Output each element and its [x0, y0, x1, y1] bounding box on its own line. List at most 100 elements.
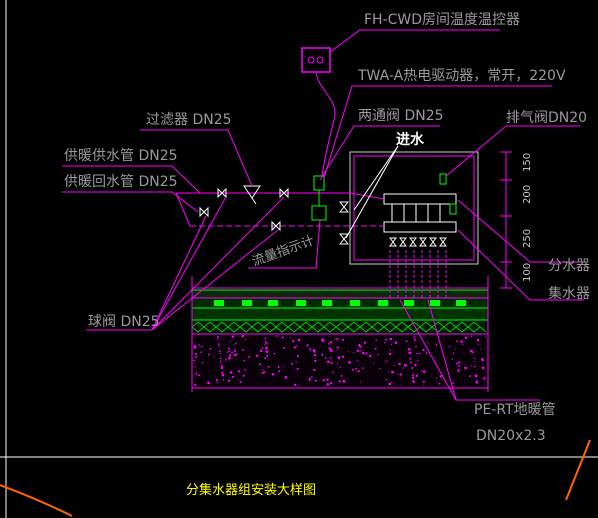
speckle-dot	[229, 371, 233, 374]
speckle-dot	[451, 358, 453, 361]
speckle-dot	[244, 338, 247, 341]
speckle-dot	[338, 380, 341, 383]
speckle-dot	[231, 335, 235, 338]
speckle-dot	[356, 359, 359, 362]
speckle-dot	[255, 354, 258, 357]
speckle-dot	[217, 343, 220, 346]
speckle-dot	[336, 346, 339, 349]
speckle-dot	[326, 378, 329, 381]
speckle-dot	[485, 336, 487, 338]
speckle-dot	[452, 352, 455, 354]
speckle-dot	[327, 360, 330, 364]
speckle-dot	[483, 377, 486, 380]
speckle-dot	[445, 357, 447, 359]
speckle-dot	[455, 348, 457, 350]
speckle-dot	[355, 367, 357, 370]
speckle-dot	[470, 335, 473, 337]
speckle-dot	[456, 362, 459, 365]
speckle-dot	[218, 350, 221, 353]
speckle-dot	[233, 353, 237, 357]
speckle-dot	[290, 362, 294, 365]
speckle-dot	[374, 347, 377, 350]
speckle-dot	[388, 382, 392, 386]
speckle-dot	[193, 359, 195, 362]
speckle-dot	[283, 347, 286, 350]
speckle-dot	[475, 379, 478, 382]
speckle-dot	[219, 361, 222, 363]
speckle-dot	[371, 354, 373, 356]
speckle-dot	[411, 376, 415, 379]
speckle-dot	[194, 383, 197, 386]
speckle-dot	[294, 383, 297, 387]
speckle-dot	[426, 342, 429, 344]
label-thermostat: FH-CWD房间温度温控器	[364, 12, 520, 28]
speckle-dot	[414, 340, 416, 342]
speckle-dot	[218, 345, 220, 348]
speckle-dot	[481, 358, 484, 362]
speckle-dot	[383, 342, 386, 344]
speckle-dot	[220, 364, 223, 367]
speckle-dot	[266, 355, 269, 358]
speckle-dot	[265, 342, 268, 345]
manifold-cabinet	[349, 151, 479, 265]
speckle-dot	[476, 338, 480, 342]
concrete-slab	[191, 333, 489, 389]
speckle-dot	[336, 363, 338, 365]
speckle-dot	[473, 357, 476, 359]
speckle-dot	[324, 339, 327, 342]
speckle-dot	[233, 343, 235, 345]
speckle-dot	[321, 353, 324, 356]
speckle-dot	[324, 357, 327, 359]
speckle-dot	[480, 348, 482, 350]
speckle-dot	[237, 370, 241, 373]
speckle-dot	[375, 339, 378, 342]
speckle-dot	[339, 366, 342, 369]
speckle-dot	[386, 360, 388, 362]
speckle-dot	[297, 355, 300, 358]
speckle-dot	[248, 356, 251, 358]
speckle-dot	[239, 380, 242, 384]
ball-valve-icons	[199, 187, 289, 232]
speckle-dot	[452, 382, 454, 385]
speckle-dot	[405, 351, 407, 353]
speckle-dot	[386, 378, 388, 381]
dimension-150: 150	[522, 153, 533, 172]
speckle-dot	[241, 348, 244, 351]
speckle-dot	[439, 375, 443, 378]
speckle-dot	[394, 341, 398, 344]
speckle-dot	[399, 384, 401, 386]
speckle-dot	[264, 357, 267, 360]
speckle-dot	[470, 365, 472, 367]
speckle-dot	[236, 353, 239, 355]
speckle-dot	[261, 368, 264, 371]
speckle-dot	[399, 373, 403, 376]
speckle-dot	[289, 336, 292, 338]
speckle-dot	[261, 372, 263, 374]
speckle-dot	[227, 347, 230, 350]
filter-icon	[243, 185, 261, 205]
speckle-dot	[421, 370, 423, 372]
label-filter: 过滤器 DN25	[146, 112, 232, 128]
speckle-dot	[273, 352, 276, 355]
speckle-dot	[313, 350, 316, 353]
speckle-dot	[278, 370, 281, 373]
speckle-dot	[413, 336, 416, 339]
speckle-dot	[242, 374, 245, 377]
speckle-dot	[351, 368, 354, 371]
dimension-250: 250	[522, 229, 533, 248]
label-ball-valve: 球阀 DN25	[88, 314, 160, 330]
speckle-dot	[314, 379, 317, 382]
speckle-dot	[379, 368, 381, 370]
speckle-dot	[244, 368, 246, 371]
speckle-dot	[477, 344, 480, 346]
speckle-dot	[195, 372, 198, 375]
speckle-dot	[438, 382, 441, 385]
speckle-dot	[221, 373, 225, 377]
speckle-dot	[391, 370, 394, 374]
speckle-dot	[398, 373, 400, 375]
speckle-dot	[353, 351, 355, 354]
dimension-line	[500, 151, 512, 289]
speckle-dot	[197, 375, 199, 377]
two-way-valve-icon	[311, 175, 327, 221]
cabinet-valve-icons	[338, 201, 350, 245]
